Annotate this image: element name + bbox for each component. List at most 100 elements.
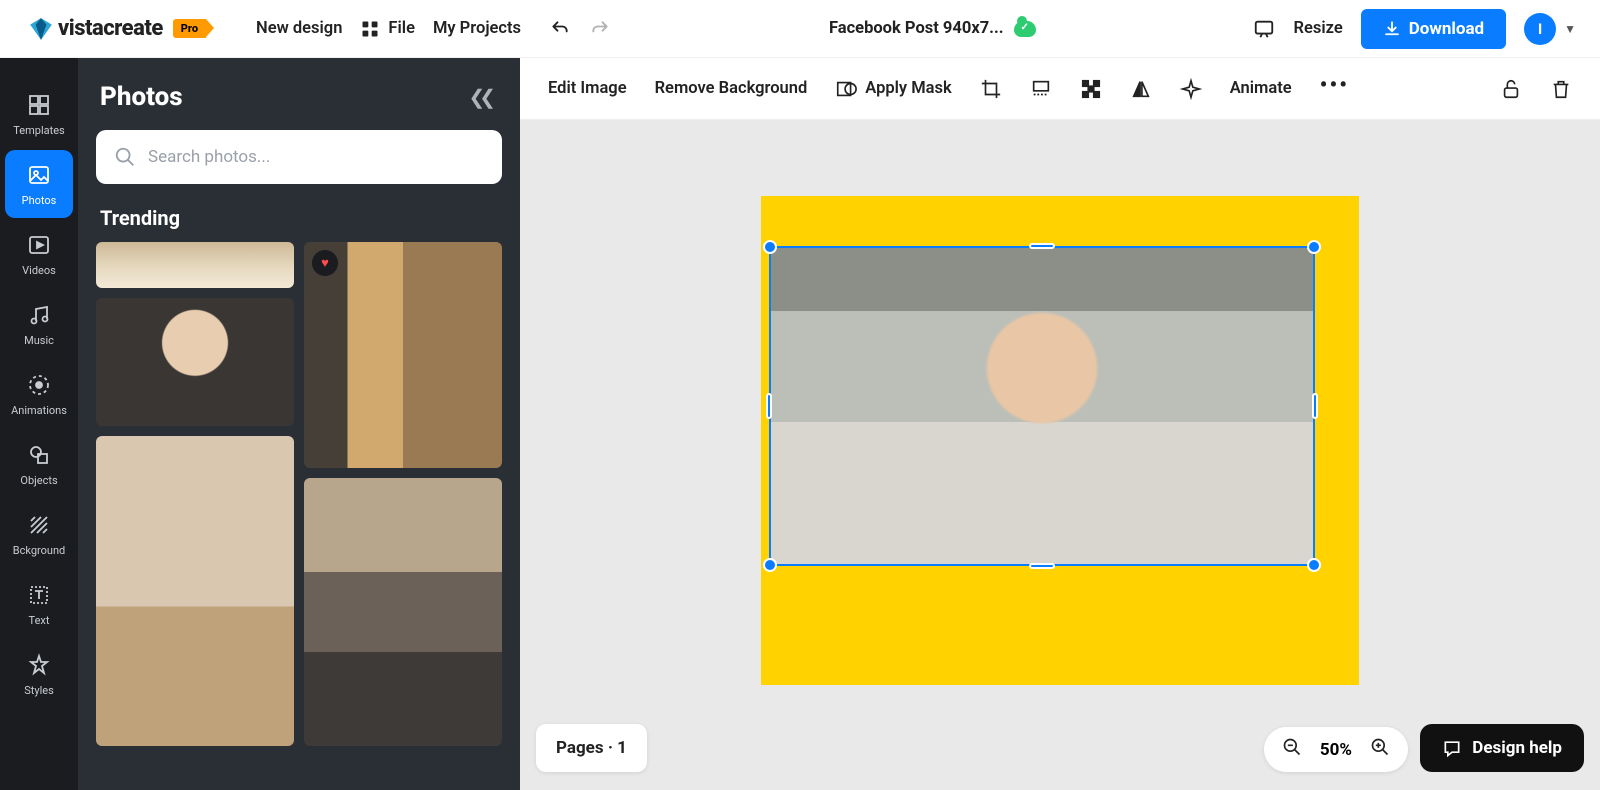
photos-panel: Photos ❮❮ Trending ♥ [78, 58, 520, 790]
resize-handle-tl[interactable] [763, 240, 777, 254]
zoom-level[interactable]: 50% [1320, 740, 1352, 760]
artboard[interactable] [761, 196, 1359, 685]
animate-button[interactable]: Animate [1230, 79, 1292, 98]
context-toolbar: Edit Image Remove Background Apply Mask … [520, 58, 1600, 120]
chat-icon [1442, 738, 1462, 758]
transparency-button[interactable] [1080, 78, 1102, 100]
brand-logo[interactable]: vistacreate Pro [28, 16, 206, 42]
photo-thumb[interactable] [96, 436, 294, 746]
zoom-out-button[interactable] [1282, 737, 1302, 762]
rail-label: Music [24, 334, 54, 347]
rail-videos[interactable]: Videos [5, 220, 73, 288]
my-projects-label: My Projects [433, 19, 521, 38]
file-label: File [388, 19, 415, 38]
apply-mask-button[interactable]: Apply Mask [835, 78, 951, 100]
rail-label: Videos [22, 264, 56, 277]
photo-thumb[interactable] [304, 478, 502, 746]
crop-button[interactable] [980, 78, 1002, 100]
sparkle-icon [1180, 78, 1202, 100]
flip-icon [1130, 78, 1152, 100]
music-icon [26, 302, 52, 328]
heart-icon[interactable]: ♥ [312, 250, 338, 276]
delete-button[interactable] [1550, 78, 1572, 100]
rail-templates[interactable]: Templates [5, 80, 73, 148]
search-wrap [96, 130, 502, 184]
templates-icon [26, 92, 52, 118]
main-layout: Templates Photos Videos Music Animations… [0, 58, 1600, 790]
brand-text: vistacreate [58, 16, 163, 41]
rail-music[interactable]: Music [5, 290, 73, 358]
document-title-text: Facebook Post 940x7... [829, 19, 1004, 38]
flip-button[interactable] [1130, 78, 1152, 100]
crop-icon [980, 78, 1002, 100]
photo-gallery: ♥ [96, 242, 502, 790]
photo-thumb[interactable] [96, 298, 294, 426]
background-icon [26, 512, 52, 538]
rail-background[interactable]: Bckground [5, 500, 73, 568]
canvas-area: Edit Image Remove Background Apply Mask … [520, 58, 1600, 790]
rail-objects[interactable]: Objects [5, 430, 73, 498]
chevron-down-icon: ▼ [1564, 22, 1576, 36]
new-design-button[interactable]: New design [256, 19, 342, 38]
resize-handle-tr[interactable] [1307, 240, 1321, 254]
my-projects-button[interactable]: My Projects [433, 19, 521, 38]
canvas-stage[interactable]: Pages · 1 50% Design help [520, 120, 1600, 790]
account-menu[interactable]: I ▼ [1524, 13, 1576, 45]
undo-button[interactable] [549, 19, 571, 39]
rail-label: Templates [13, 124, 64, 137]
transparency-icon [1080, 78, 1102, 100]
cloud-saved-icon [1014, 21, 1036, 37]
redo-button[interactable] [589, 19, 611, 39]
zoom-in-button[interactable] [1370, 737, 1390, 762]
resize-button[interactable]: Resize [1293, 19, 1342, 38]
photo-thumb[interactable] [96, 242, 294, 288]
edit-image-button[interactable]: Edit Image [548, 79, 627, 98]
rail-text[interactable]: Text [5, 570, 73, 638]
resize-edge-top[interactable] [1029, 243, 1055, 249]
present-button[interactable] [1253, 18, 1275, 40]
selected-image[interactable] [769, 246, 1315, 566]
download-icon [1383, 20, 1401, 38]
rail-label: Objects [20, 474, 57, 487]
search-input[interactable] [148, 147, 484, 167]
resize-edge-right[interactable] [1312, 393, 1318, 419]
rail-label: Text [29, 614, 50, 627]
trash-icon [1550, 78, 1572, 100]
resize-edge-bottom[interactable] [1029, 563, 1055, 569]
videos-icon [26, 232, 52, 258]
pages-indicator[interactable]: Pages · 1 [536, 724, 647, 772]
remove-background-button[interactable]: Remove Background [655, 79, 808, 98]
rail-label: Animations [11, 404, 67, 417]
photo-thumb[interactable]: ♥ [304, 242, 502, 468]
rail-animations[interactable]: Animations [5, 360, 73, 428]
resize-label: Resize [1293, 19, 1342, 38]
redo-icon [589, 19, 611, 39]
download-label: Download [1409, 19, 1484, 39]
rail-label: Styles [24, 684, 54, 697]
rail-styles[interactable]: Styles [5, 640, 73, 708]
nav-rail: Templates Photos Videos Music Animations… [0, 58, 78, 790]
rail-label: Photos [22, 194, 57, 207]
shadow-icon [1030, 78, 1052, 100]
app-header: vistacreate Pro New design File My Proje… [0, 0, 1600, 58]
resize-handle-br[interactable] [1307, 558, 1321, 572]
undo-icon [549, 19, 571, 39]
present-icon [1253, 18, 1275, 40]
lock-button[interactable] [1500, 78, 1522, 100]
download-button[interactable]: Download [1361, 9, 1506, 49]
document-title[interactable]: Facebook Post 940x7... [829, 19, 1036, 38]
text-icon [26, 582, 52, 608]
resize-handle-bl[interactable] [763, 558, 777, 572]
ai-button[interactable] [1180, 78, 1202, 100]
logo-icon [28, 16, 54, 42]
rail-photos[interactable]: Photos [5, 150, 73, 218]
design-help-button[interactable]: Design help [1420, 724, 1584, 772]
collapse-panel-button[interactable]: ❮❮ [468, 85, 498, 109]
resize-edge-left[interactable] [766, 393, 772, 419]
shadow-button[interactable] [1030, 78, 1052, 100]
mask-icon [835, 78, 857, 100]
rail-label: Bckground [13, 544, 66, 557]
photos-icon [26, 162, 52, 188]
unlock-icon [1500, 78, 1522, 100]
file-menu[interactable]: File [360, 19, 415, 39]
